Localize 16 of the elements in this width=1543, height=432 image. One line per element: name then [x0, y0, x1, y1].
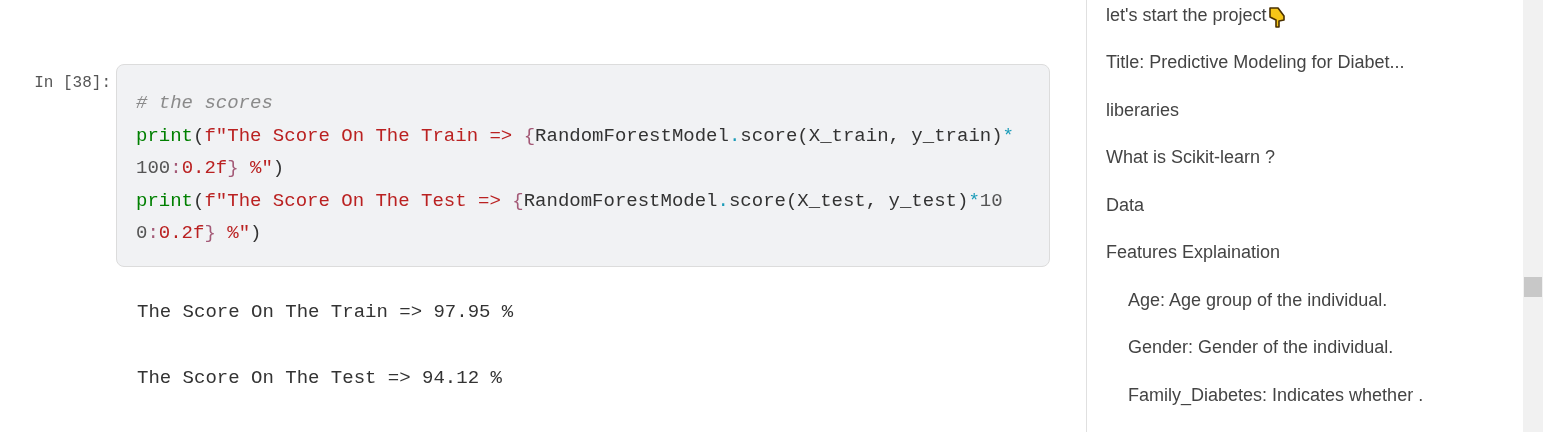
toc-item[interactable]: Title: Predictive Modeling for Diabet... [1106, 52, 1405, 74]
scrollbar-thumb[interactable] [1524, 277, 1542, 297]
scrollbar[interactable] [1523, 0, 1543, 432]
toc-item[interactable]: Family_Diabetes: Indicates whether . [1128, 384, 1424, 406]
cell-prompt: In [38]: [34, 74, 111, 92]
toc-item[interactable]: liberaries [1106, 99, 1180, 121]
pointing-hand-icon [1266, 5, 1287, 29]
cell-output: The Score On The Train => 97.95 % [137, 300, 515, 323]
toc-item[interactable]: Data [1106, 194, 1145, 216]
toc-item[interactable]: What is Scikit-learn ? [1106, 147, 1276, 169]
code-cell[interactable]: # the scores print(f"The Score On The Train => {RandomForestModel.score(X_train, y_train)* 100:0.2f} %") print(f"The Score On The Test => {RandomForestModel.score(X_test, y_test)*10 0:0.2f} %") [116, 64, 1050, 267]
toc-item[interactable]: Age: Age group of the individual. [1128, 289, 1388, 311]
cell-output: The Score On The Test => 94.12 % [137, 366, 503, 389]
toc-item[interactable]: Features Explaination [1106, 242, 1281, 264]
toc-item[interactable]: Gender: Gender of the individual. [1128, 337, 1394, 359]
toc-item[interactable]: let's start the project [1106, 5, 1267, 26]
